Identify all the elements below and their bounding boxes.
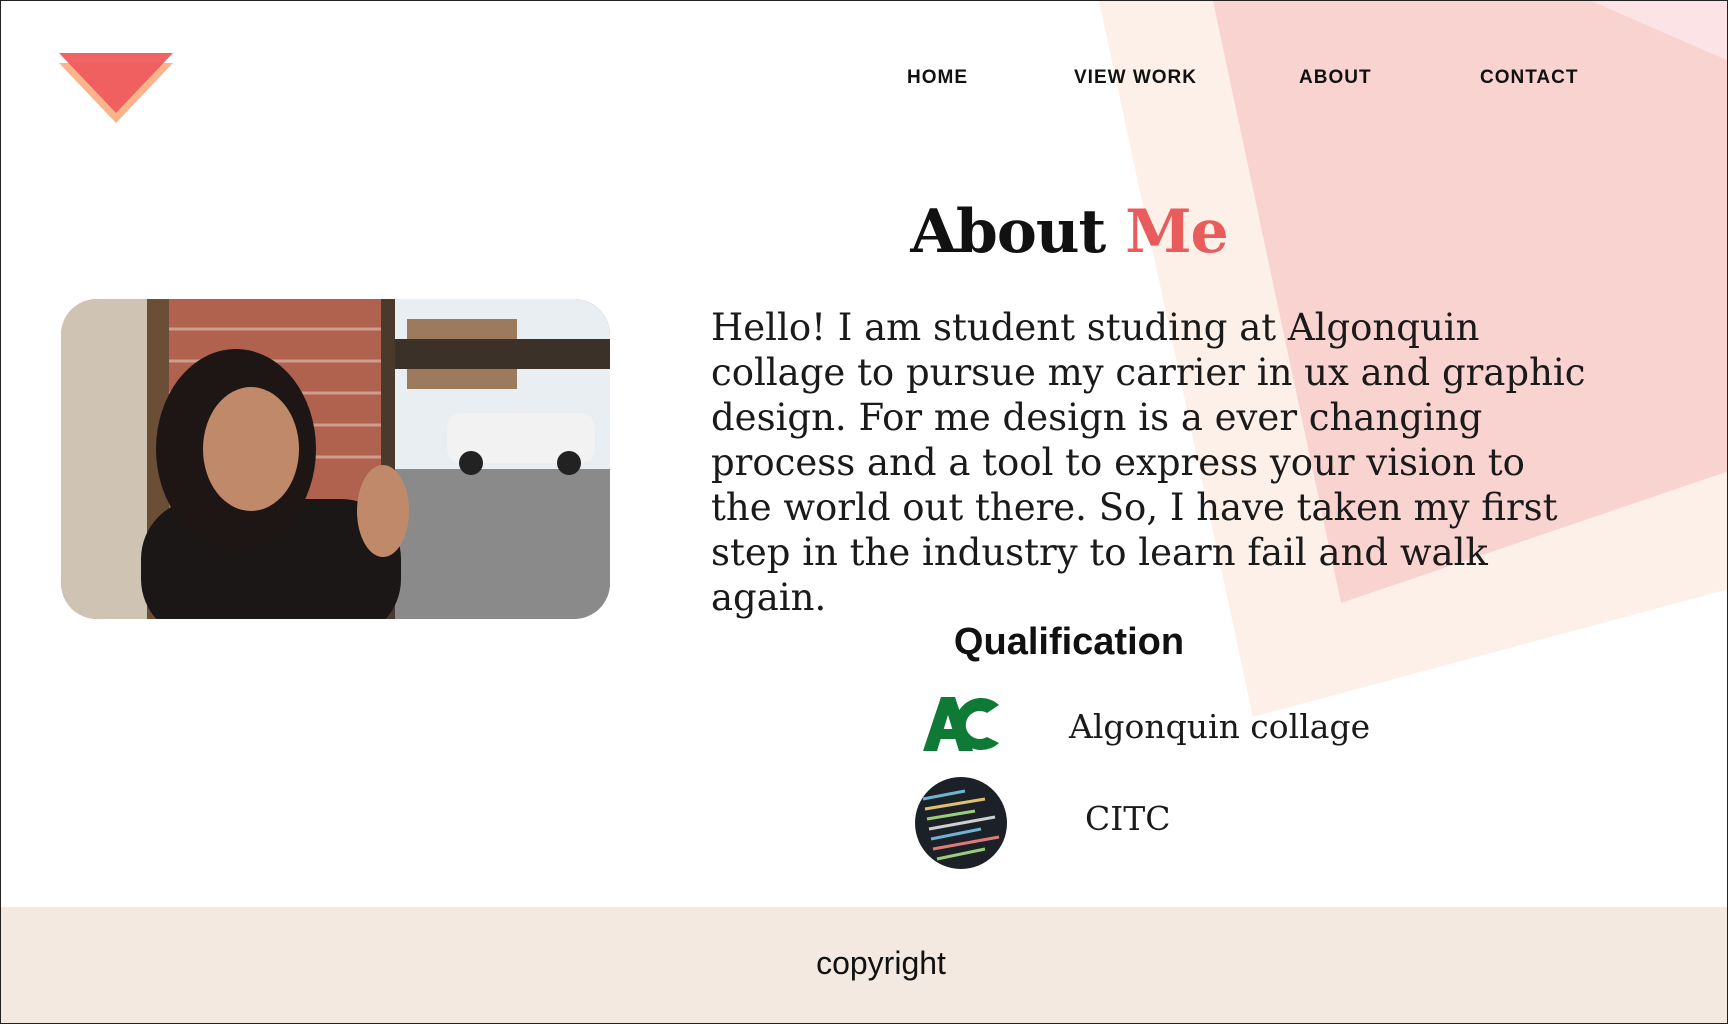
photo-car-wheel-front: [459, 451, 483, 475]
photo-left-wall: [61, 299, 147, 619]
photo-street: [395, 469, 610, 619]
code-screen-graphic: [915, 777, 1007, 869]
qualification-heading: Qualification: [953, 621, 1185, 663]
photo-person-face: [203, 387, 299, 511]
title-me: Me: [1125, 197, 1229, 267]
footer: copyright: [1, 907, 1727, 1023]
nav-contact-link[interactable]: CONTACT: [1480, 67, 1578, 89]
nav-about-link[interactable]: ABOUT: [1299, 67, 1372, 89]
profile-photo: [61, 299, 610, 619]
footer-copyright: copyright: [816, 945, 946, 981]
photo-window-beam: [395, 339, 610, 369]
photo-car-wheel-back: [557, 451, 581, 475]
code-screen-icon: [915, 777, 1007, 869]
page-frame: HOME VIEW WORK ABOUT CONTACT About Me He…: [0, 0, 1728, 1024]
title-about: About: [910, 197, 1106, 267]
bio-paragraph: Hello! I am student studing at Algonquin…: [711, 306, 1586, 619]
qualification-item-algonquin: Algonquin collage: [1069, 707, 1371, 746]
nav-view-work-link[interactable]: VIEW WORK: [1074, 67, 1197, 89]
profile-photo-illustration: [61, 299, 610, 619]
qualification-item-citc: CITC: [1085, 799, 1171, 838]
nav-home-link[interactable]: HOME: [907, 67, 968, 89]
algonquin-college-logo: [923, 697, 999, 751]
main-nav: HOME VIEW WORK ABOUT CONTACT: [1, 67, 1727, 91]
page-title: About Me: [1, 197, 1727, 267]
photo-person-hands: [357, 465, 409, 557]
